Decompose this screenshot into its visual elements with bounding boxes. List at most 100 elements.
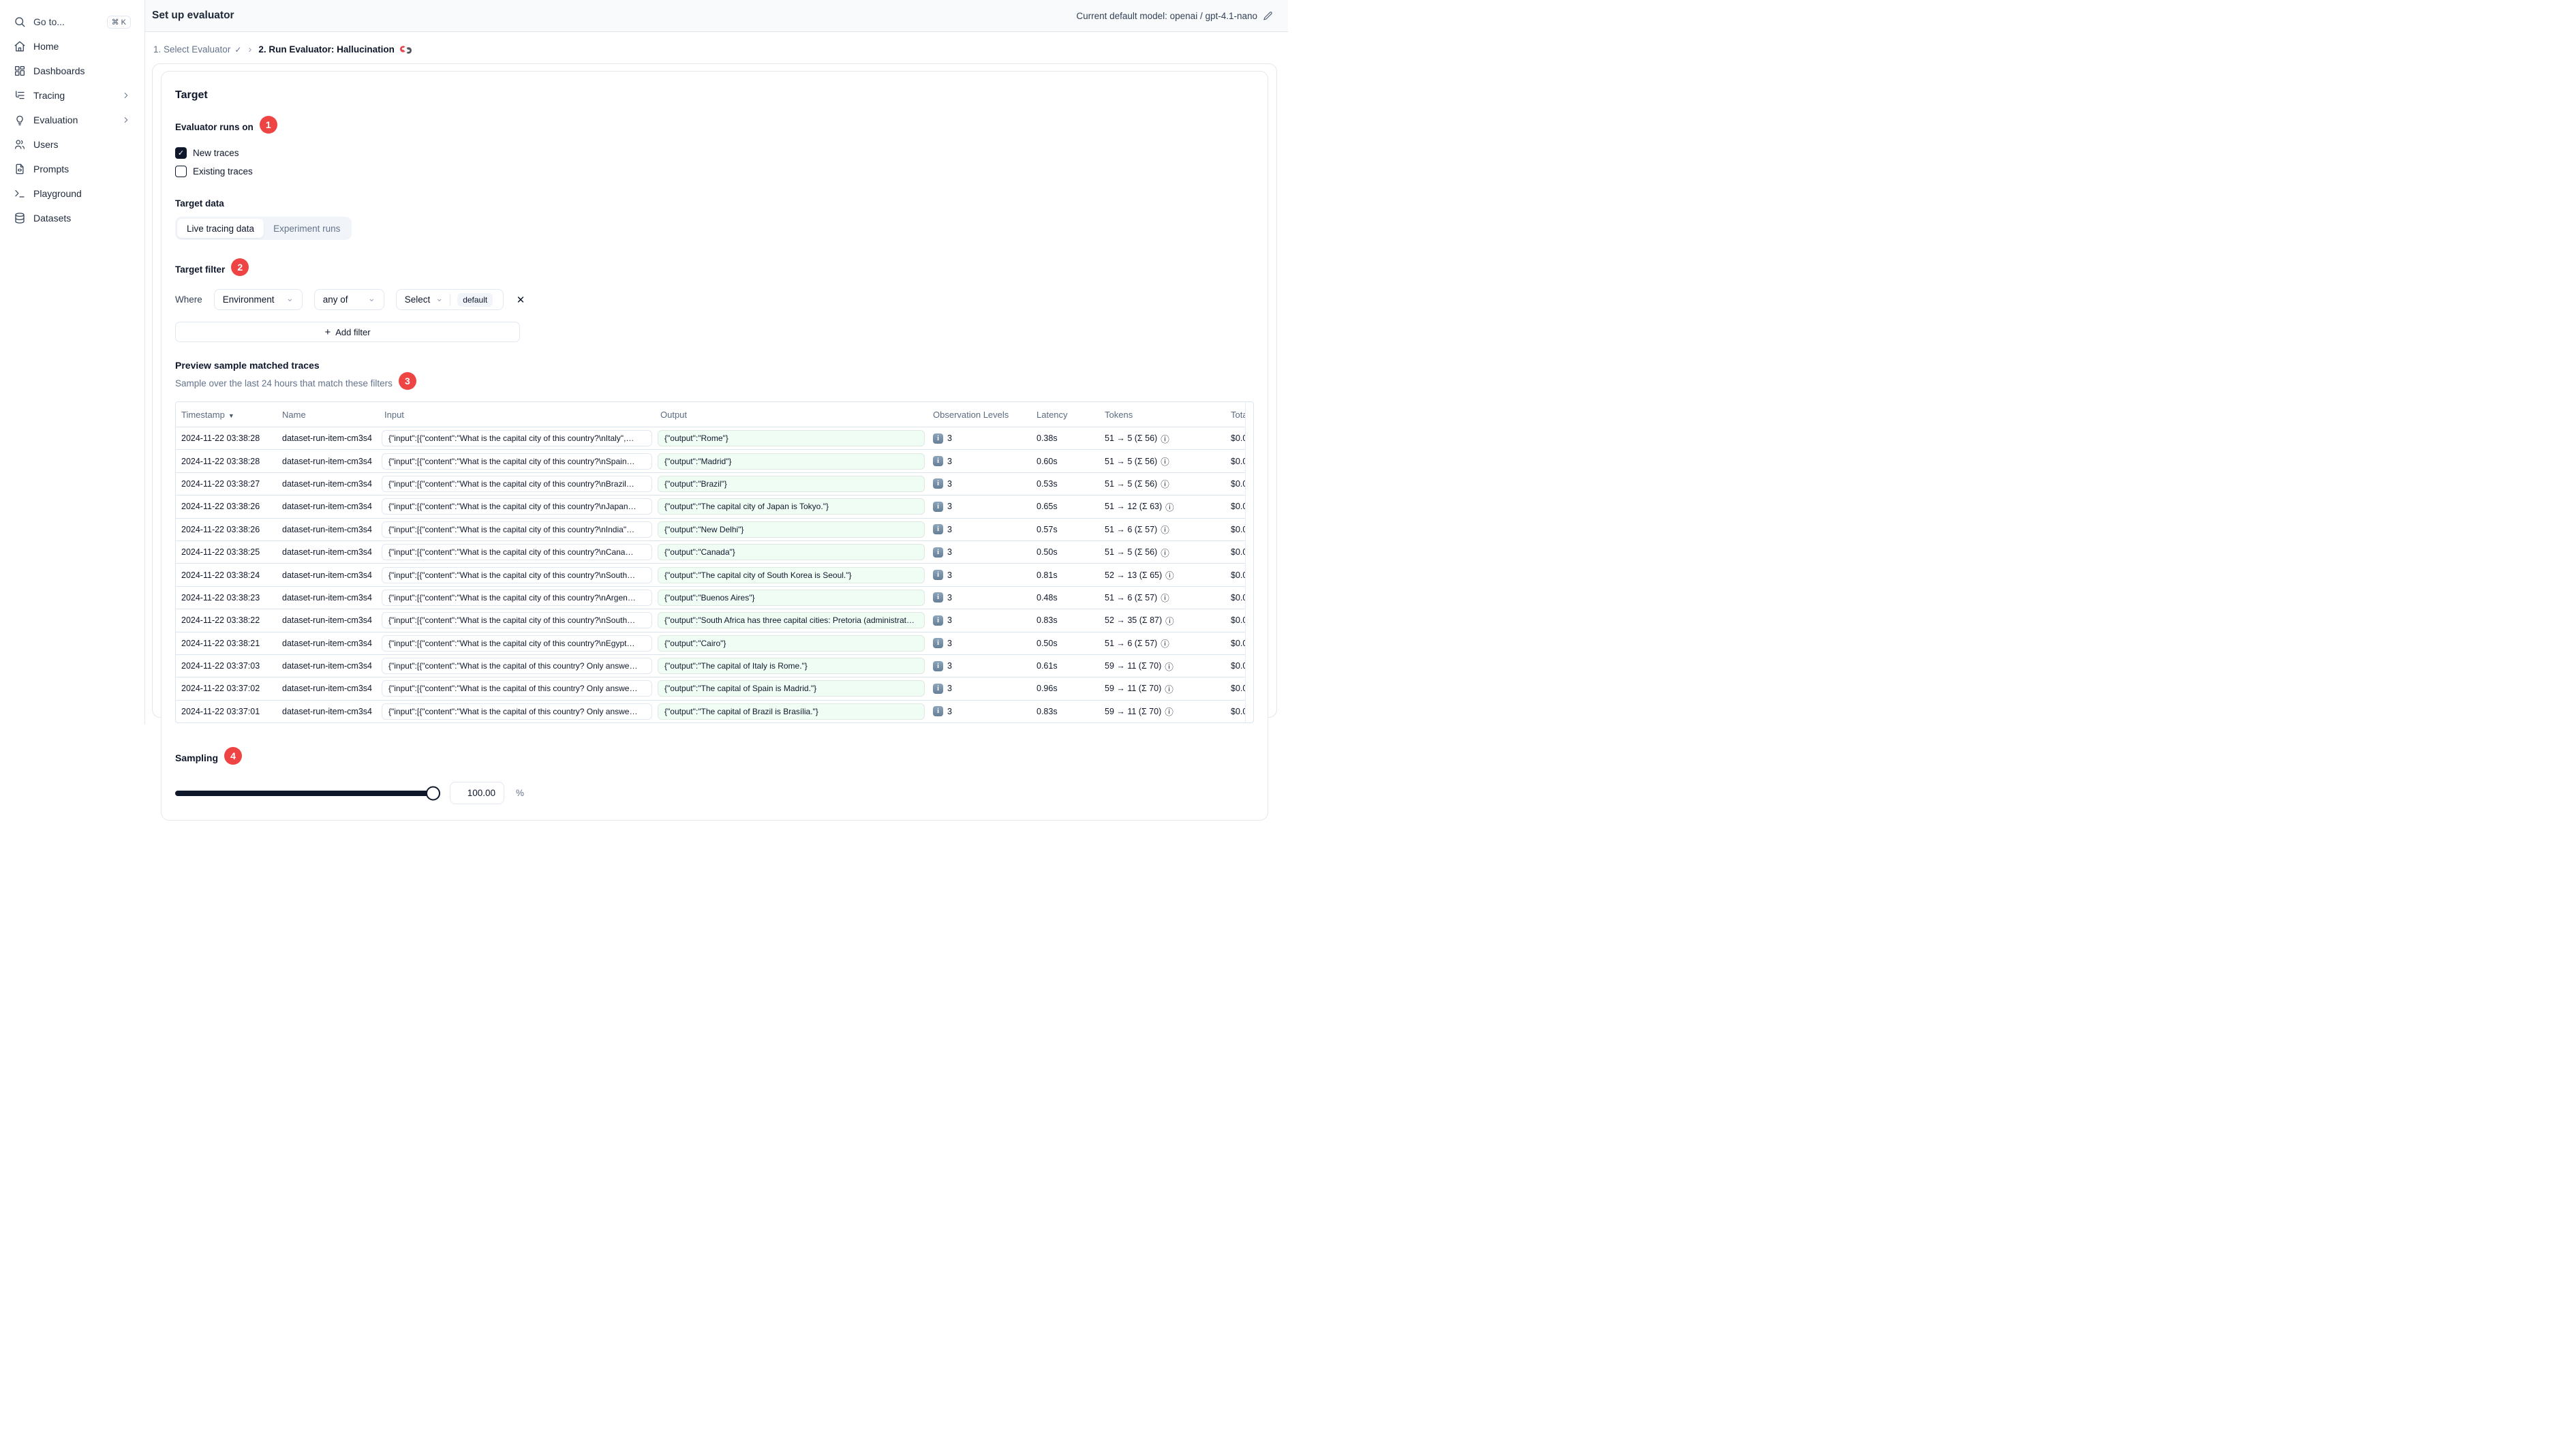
goto-search[interactable]: Go to... ⌘ K: [7, 10, 138, 34]
sampling-slider[interactable]: [175, 786, 440, 801]
filter-operator-select[interactable]: any of ⌄: [313, 289, 384, 310]
sidebar-item-users[interactable]: Users: [7, 132, 138, 157]
input-cell[interactable]: {"input":[{"content":"What is the capita…: [379, 658, 655, 675]
input-cell[interactable]: {"input":[{"content":"What is the capita…: [379, 589, 655, 606]
timestamp-cell: 2024-11-22 03:38:22: [181, 615, 260, 626]
output-cell[interactable]: {"output":"Canada"}: [655, 544, 927, 561]
info-circle-icon[interactable]: ⓘ: [1165, 705, 1174, 718]
output-cell[interactable]: {"output":"New Delhi"}: [655, 521, 927, 538]
table-row[interactable]: 2024-11-22 03:37:02 dataset-run-item-cm3…: [176, 677, 1245, 699]
sidebar-item-dashboards[interactable]: Dashboards: [7, 59, 138, 83]
table-row[interactable]: 2024-11-22 03:38:21 dataset-run-item-cm3…: [176, 631, 1245, 654]
col-input[interactable]: Input: [379, 410, 655, 420]
col-total-cost[interactable]: Total Cost: [1225, 410, 1245, 420]
info-circle-icon[interactable]: ⓘ: [1161, 432, 1169, 445]
output-cell[interactable]: {"output":"Cairo"}: [655, 635, 927, 652]
total-cost-cell: $0.000011 (: [1231, 433, 1245, 444]
output-cell[interactable]: {"output":"The capital city of Japan is …: [655, 498, 927, 515]
table-row[interactable]: 2024-11-22 03:38:26 dataset-run-item-cm3…: [176, 495, 1245, 517]
col-timestamp[interactable]: Timestamp ▼: [176, 410, 277, 420]
slider-handle[interactable]: [426, 786, 440, 801]
output-cell[interactable]: {"output":"Buenos Aires"}: [655, 589, 927, 606]
info-circle-icon[interactable]: ⓘ: [1165, 500, 1174, 513]
output-cell[interactable]: {"output":"The capital of Spain is Madri…: [655, 680, 927, 697]
input-cell[interactable]: {"input":[{"content":"What is the capita…: [379, 612, 655, 629]
info-circle-icon[interactable]: ⓘ: [1161, 637, 1169, 650]
timestamp-cell: 2024-11-22 03:38:21: [181, 638, 260, 648]
output-cell[interactable]: {"output":"South Africa has three capita…: [655, 612, 927, 629]
info-circle-icon[interactable]: ⓘ: [1165, 614, 1174, 627]
remove-filter-button[interactable]: ✕: [515, 292, 527, 307]
input-cell[interactable]: {"input":[{"content":"What is the capita…: [379, 430, 655, 447]
checkbox-existing-traces[interactable]: ✓ Existing traces: [175, 162, 1254, 181]
sampling-heading: Sampling: [175, 752, 219, 764]
table-row[interactable]: 2024-11-22 03:38:28 dataset-run-item-cm3…: [176, 427, 1245, 449]
table-row[interactable]: 2024-11-22 03:37:01 dataset-run-item-cm3…: [176, 699, 1245, 722]
sampling-percentage-input[interactable]: [450, 782, 504, 805]
info-circle-icon[interactable]: ⓘ: [1165, 682, 1174, 695]
input-cell[interactable]: {"input":[{"content":"What is the capita…: [379, 521, 655, 538]
table-row[interactable]: 2024-11-22 03:38:22 dataset-run-item-cm3…: [176, 609, 1245, 631]
info-square-icon: i: [933, 547, 943, 558]
output-cell[interactable]: {"output":"Brazil"}: [655, 475, 927, 492]
col-observation-levels[interactable]: Observation Levels: [927, 410, 1031, 420]
input-cell[interactable]: {"input":[{"content":"What is the capita…: [379, 544, 655, 561]
output-cell[interactable]: {"output":"The capital city of South Kor…: [655, 566, 927, 583]
sidebar-item-home[interactable]: Home: [7, 34, 138, 59]
input-cell[interactable]: {"input":[{"content":"What is the capita…: [379, 635, 655, 652]
output-cell[interactable]: {"output":"The capital of Italy is Rome.…: [655, 658, 927, 675]
latency-cell: 0.38s: [1037, 433, 1058, 444]
info-circle-icon[interactable]: ⓘ: [1161, 477, 1169, 490]
input-cell[interactable]: {"input":[{"content":"What is the capita…: [379, 453, 655, 470]
breadcrumb-step-run-evaluator: 2. Run Evaluator: Hallucination: [258, 44, 412, 55]
info-circle-icon[interactable]: ⓘ: [1161, 591, 1169, 604]
input-cell[interactable]: {"input":[{"content":"What is the capita…: [379, 680, 655, 697]
info-circle-icon[interactable]: ⓘ: [1161, 455, 1169, 468]
edit-pencil-icon[interactable]: [1263, 11, 1273, 21]
tab-experiment-runs[interactable]: Experiment runs: [264, 219, 350, 238]
table-row[interactable]: 2024-11-22 03:38:27 dataset-run-item-cm3…: [176, 472, 1245, 495]
table-row[interactable]: 2024-11-22 03:37:03 dataset-run-item-cm3…: [176, 654, 1245, 677]
col-name[interactable]: Name: [277, 410, 379, 420]
sidebar-item-prompts[interactable]: Prompts: [7, 157, 138, 181]
sidebar-item-playground[interactable]: Playground: [7, 181, 138, 206]
table-row[interactable]: 2024-11-22 03:38:23 dataset-run-item-cm3…: [176, 585, 1245, 609]
tokens-cell: 52 → 13 (Σ 65) ⓘ: [1099, 568, 1225, 581]
sidebar-item-evaluation[interactable]: Evaluation: [7, 108, 138, 132]
col-latency[interactable]: Latency: [1031, 410, 1099, 420]
info-circle-icon[interactable]: ⓘ: [1165, 568, 1174, 581]
input-cell[interactable]: {"input":[{"content":"What is the capita…: [379, 475, 655, 492]
topbar: Set up evaluator Current default model: …: [145, 0, 1288, 32]
observation-levels-cell: i 3: [927, 638, 1031, 649]
total-cost-cell: $0.000029: [1231, 615, 1245, 626]
checkbox-new-traces[interactable]: ✓ New traces: [175, 144, 1254, 162]
table-scrollbar[interactable]: [1245, 402, 1253, 723]
page-title: Set up evaluator: [152, 10, 234, 21]
table-row[interactable]: 2024-11-22 03:38:24 dataset-run-item-cm3…: [176, 563, 1245, 585]
input-cell[interactable]: {"input":[{"content":"What is the capita…: [379, 703, 655, 720]
table-row[interactable]: 2024-11-22 03:38:25 dataset-run-item-cm3…: [176, 540, 1245, 563]
table-row[interactable]: 2024-11-22 03:38:28 dataset-run-item-cm3…: [176, 449, 1245, 472]
add-filter-button[interactable]: + Add filter: [175, 322, 520, 342]
observation-levels-cell: i 3: [927, 547, 1031, 558]
latency-cell: 0.53s: [1037, 478, 1058, 489]
sidebar-item-datasets[interactable]: Datasets: [7, 206, 138, 230]
filter-field-select[interactable]: Environment ⌄: [213, 289, 303, 310]
timestamp-cell: 2024-11-22 03:38:26: [181, 502, 260, 512]
filter-value-select[interactable]: Select ⌄ default: [395, 289, 504, 310]
info-circle-icon[interactable]: ⓘ: [1165, 660, 1174, 673]
breadcrumb-step-select-evaluator[interactable]: 1. Select Evaluator ✓: [153, 44, 241, 55]
output-cell[interactable]: {"output":"The capital of Brazil is Bras…: [655, 703, 927, 720]
col-tokens[interactable]: Tokens: [1099, 410, 1225, 420]
output-cell[interactable]: {"output":"Rome"}: [655, 430, 927, 447]
output-cell[interactable]: {"output":"Madrid"}: [655, 453, 927, 470]
input-cell[interactable]: {"input":[{"content":"What is the capita…: [379, 498, 655, 515]
observation-levels-cell: i 3: [927, 683, 1031, 694]
col-output[interactable]: Output: [655, 410, 927, 420]
info-circle-icon[interactable]: ⓘ: [1161, 546, 1169, 559]
sidebar-item-tracing[interactable]: Tracing: [7, 83, 138, 108]
input-cell[interactable]: {"input":[{"content":"What is the capita…: [379, 566, 655, 583]
table-row[interactable]: 2024-11-22 03:38:26 dataset-run-item-cm3…: [176, 517, 1245, 540]
tab-live-tracing-data[interactable]: Live tracing data: [177, 219, 264, 238]
info-circle-icon[interactable]: ⓘ: [1161, 523, 1169, 536]
